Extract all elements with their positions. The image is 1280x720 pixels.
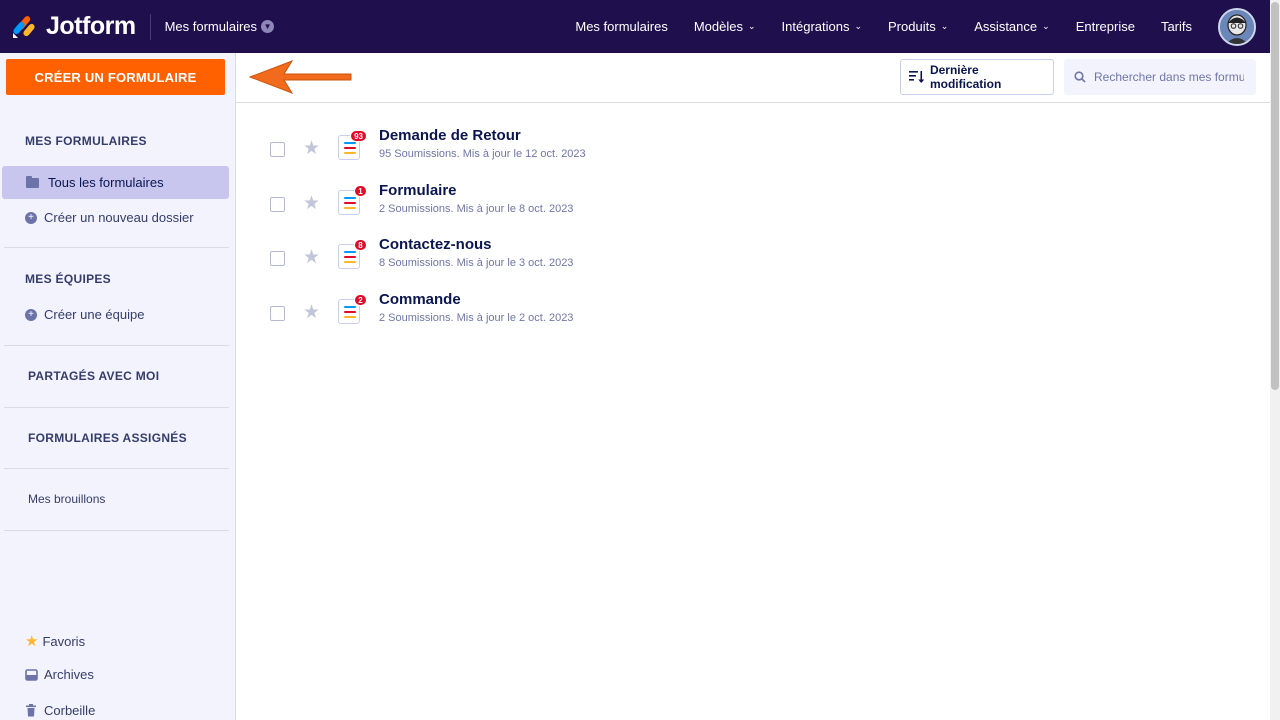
logo-wordmark: Jotform xyxy=(46,12,136,40)
shared-with-me-item[interactable]: PARTAGÉS AVEC MOI xyxy=(28,369,159,383)
nav-label: Assistance xyxy=(974,19,1038,34)
star-icon: ★ xyxy=(25,633,39,650)
page-scrollbar[interactable] xyxy=(1270,0,1280,720)
form-title[interactable]: Demande de Retour xyxy=(379,127,521,144)
nav-label: Tarifs xyxy=(1160,19,1192,34)
jotform-logo[interactable]: Jotform xyxy=(12,0,136,53)
form-checkbox[interactable] xyxy=(270,197,285,212)
chevron-down-icon: ⌄ xyxy=(747,21,756,31)
sidebar-item-label: Créer un nouveau dossier xyxy=(44,210,194,225)
star-icon[interactable]: ★ xyxy=(303,301,320,324)
sidebar-divider xyxy=(4,345,229,346)
form-list-item[interactable]: ★ 1 Formulaire 2 Soumissions. Mis à jour… xyxy=(236,182,1270,243)
form-meta: 8 Soumissions. Mis à jour le 3 oct. 2023 xyxy=(379,257,574,269)
trash-icon xyxy=(26,704,36,717)
form-icon: 8 xyxy=(338,239,367,269)
nav-label: Entreprise xyxy=(1075,19,1135,34)
main-nav: Mes formulaires Modèles ⌄ Intégrations ⌄ P… xyxy=(575,0,1270,53)
my-teams-heading: MES ÉQUIPES xyxy=(25,272,111,286)
nav-label: Mes formulaires xyxy=(575,19,668,34)
archive-icon xyxy=(25,668,38,681)
form-icon: 2 xyxy=(338,294,367,324)
drafts-item[interactable]: Mes brouillons xyxy=(28,492,105,506)
form-list-item[interactable]: ★ 2 Commande 2 Soumissions. Mis à jour l… xyxy=(236,291,1270,352)
list-toolbar: Dernière modification xyxy=(236,53,1270,103)
form-checkbox[interactable] xyxy=(270,306,285,321)
trash-item[interactable]: Corbeille xyxy=(25,703,95,718)
scrollbar-thumb[interactable] xyxy=(1271,2,1279,390)
form-list-item[interactable]: ★ 93 Demande de Retour 95 Soumissions. M… xyxy=(236,127,1270,188)
sidebar-divider xyxy=(4,407,229,408)
form-meta: 2 Soumissions. Mis à jour le 2 oct. 2023 xyxy=(379,312,574,324)
chevron-down-icon: ⌄ xyxy=(940,21,949,31)
submission-count-badge: 8 xyxy=(354,239,367,251)
arrow-annotation-icon xyxy=(248,60,352,94)
sidebar-item-label: Tous les formulaires xyxy=(48,175,164,190)
sidebar-item-label: Corbeille xyxy=(44,703,96,718)
nav-tarifs[interactable]: Tarifs xyxy=(1161,19,1192,34)
search-box xyxy=(1064,59,1256,95)
nav-assistance[interactable]: Assistance ⌄ xyxy=(974,19,1049,34)
form-checkbox[interactable] xyxy=(270,142,285,157)
assigned-forms-item[interactable]: FORMULAIRES ASSIGNÉS xyxy=(28,431,187,445)
header-separator xyxy=(149,13,151,40)
myforms-dropdown[interactable]: Mes formulaires ▼ xyxy=(164,19,275,34)
chevron-down-icon: ▼ xyxy=(261,20,275,33)
jotform-logo-icon xyxy=(13,15,35,38)
form-checkbox[interactable] xyxy=(270,251,285,266)
sort-icon xyxy=(909,71,925,83)
top-navigation-bar: Jotform Mes formulaires ▼ Mes formulaire… xyxy=(0,0,1270,53)
sidebar-item-label: Favoris xyxy=(42,633,86,649)
nav-produits[interactable]: Produits ⌄ xyxy=(888,19,948,34)
nav-label: Produits xyxy=(888,19,936,34)
form-list-item[interactable]: ★ 8 Contactez-nous 8 Soumissions. Mis à … xyxy=(236,236,1270,297)
sidebar-item-all-forms[interactable]: Tous les formulaires xyxy=(2,166,229,199)
sidebar-divider xyxy=(4,468,229,469)
form-title[interactable]: Commande xyxy=(379,291,461,308)
search-icon xyxy=(1074,71,1086,83)
nav-label: Intégrations xyxy=(781,19,850,34)
sidebar-item-label: Archives xyxy=(44,667,94,682)
user-avatar[interactable] xyxy=(1218,7,1256,46)
create-form-button[interactable]: CRÉER UN FORMULAIRE xyxy=(6,59,225,95)
create-folder-button[interactable]: + Créer un nouveau dossier xyxy=(25,210,194,225)
avatar-icon xyxy=(1220,9,1254,44)
folder-icon xyxy=(26,175,39,188)
nav-modeles[interactable]: Modèles ⌄ xyxy=(694,19,756,34)
sidebar-divider xyxy=(4,247,229,248)
star-icon[interactable]: ★ xyxy=(303,192,320,215)
nav-mes-formulaires[interactable]: Mes formulaires xyxy=(575,19,667,34)
form-meta: 95 Soumissions. Mis à jour le 12 oct. 20… xyxy=(379,148,586,160)
form-title[interactable]: Contactez-nous xyxy=(379,236,492,253)
chevron-down-icon: ⌄ xyxy=(1042,21,1050,31)
submission-count-badge: 93 xyxy=(350,130,367,142)
form-title[interactable]: Formulaire xyxy=(379,182,457,199)
search-input[interactable] xyxy=(1094,70,1244,84)
form-icon: 93 xyxy=(338,130,367,160)
nav-label: Modèles xyxy=(693,19,743,34)
plus-circle-icon: + xyxy=(25,211,37,224)
chevron-down-icon: ⌄ xyxy=(854,21,863,31)
submission-count-badge: 1 xyxy=(354,185,367,197)
nav-integrations[interactable]: Intégrations ⌄ xyxy=(782,19,862,34)
star-icon[interactable]: ★ xyxy=(303,246,320,269)
myforms-dropdown-label: Mes formulaires xyxy=(164,19,258,34)
sort-button[interactable]: Dernière modification xyxy=(900,59,1054,95)
star-icon[interactable]: ★ xyxy=(303,137,320,160)
plus-circle-icon: + xyxy=(25,308,37,321)
create-team-button[interactable]: + Créer une équipe xyxy=(25,307,144,322)
sort-button-label: Dernière modification xyxy=(929,63,1002,91)
form-meta: 2 Soumissions. Mis à jour le 8 oct. 2023 xyxy=(379,203,574,215)
form-icon: 1 xyxy=(338,185,367,215)
sidebar-divider xyxy=(4,530,229,531)
submission-count-badge: 2 xyxy=(354,294,367,306)
archives-item[interactable]: Archives xyxy=(25,667,94,682)
my-forms-heading: MES FORMULAIRES xyxy=(25,134,147,148)
favorites-item[interactable]: ★ Favoris xyxy=(25,632,85,650)
sidebar: CRÉER UN FORMULAIRE MES FORMULAIRES Tous… xyxy=(0,53,236,720)
nav-entreprise[interactable]: Entreprise xyxy=(1076,19,1135,34)
sidebar-item-label: Créer une équipe xyxy=(44,307,145,322)
